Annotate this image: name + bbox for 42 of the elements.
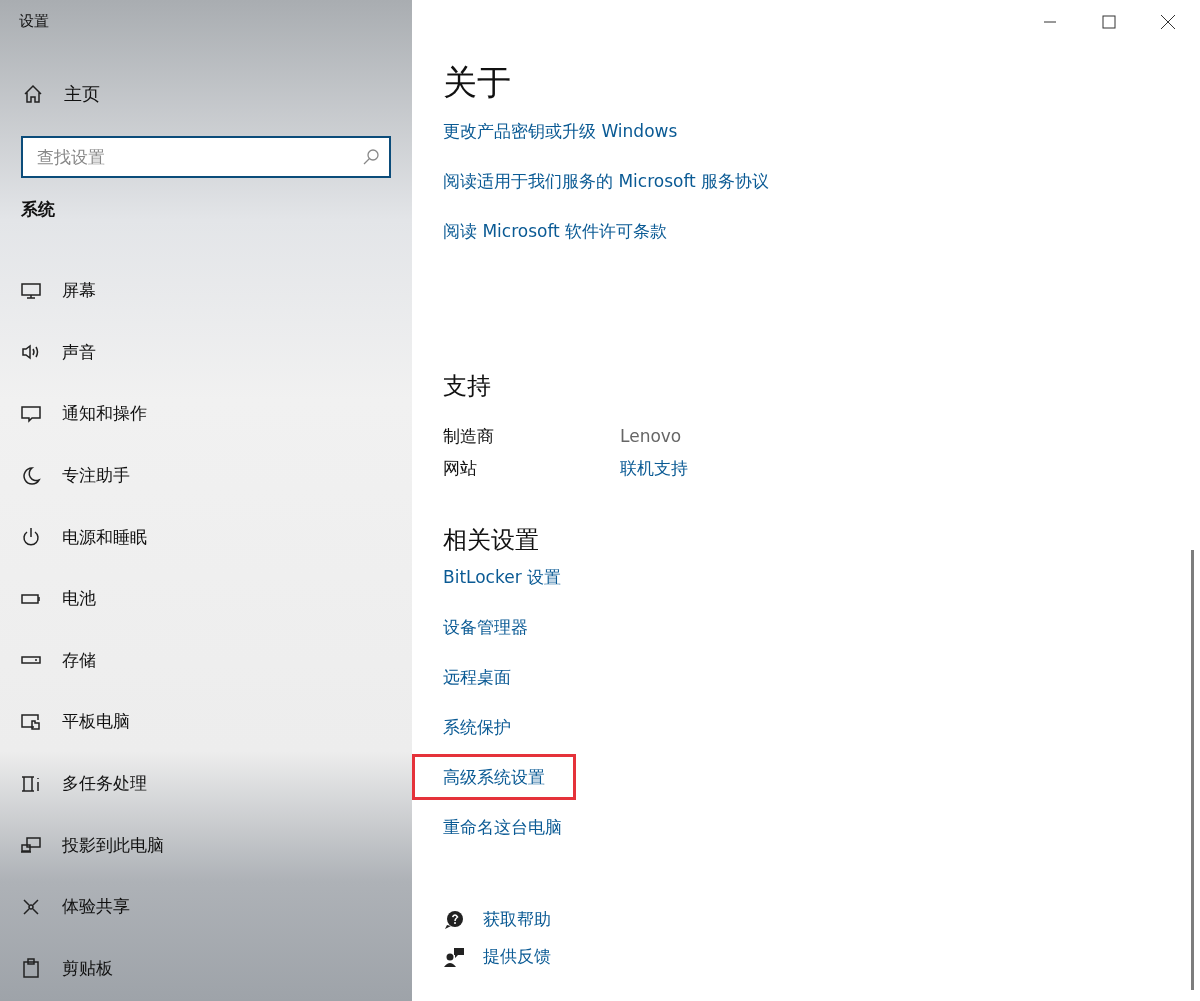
sidebar-item[interactable]: 屏幕 [0,260,412,322]
message-icon [20,403,42,425]
search-icon [361,147,381,167]
section-heading: 相关设置 [443,525,539,556]
link[interactable]: 阅读适用于我们服务的 Microsoft 服务协议 [443,166,770,216]
sidebar-item[interactable]: 电源和睡眠 [0,506,412,568]
link[interactable]: 获取帮助 [483,908,551,931]
sidebar-item[interactable]: 体验共享 [0,875,412,938]
link[interactable]: 远程桌面 [443,662,511,712]
link[interactable]: 重命名这台电脑 [443,812,562,862]
link[interactable]: 联机支持 [620,456,688,480]
help-bubble-icon [443,908,465,931]
sidebar-item[interactable]: 通知和操作 [0,383,412,445]
section-heading: 支持 [443,371,491,402]
sidebar-item[interactable]: 专注助手 [0,444,412,507]
info-label: 制造商 [443,424,495,448]
clipboard-icon [20,957,42,980]
link[interactable]: 更改产品密钥或升级 Windows [443,116,678,166]
sidebar-item[interactable]: 存储 [0,629,412,692]
feedback-person-icon [443,945,465,968]
link[interactable]: 提供反馈 [483,945,551,968]
link[interactable]: BitLocker 设置 [443,562,562,612]
sidebar-item[interactable]: 投影到此电脑 [0,814,412,876]
maximize-button[interactable] [1099,12,1119,32]
info-value: Lenovo [620,426,682,446]
sidebar-item[interactable]: 剪贴板 [0,937,412,1000]
window-title: 设置 [18,11,50,32]
home-nav-item[interactable]: 主页 [0,72,412,116]
sidebar-item[interactable]: 电池 [0,567,412,630]
page-heading: 关于 [443,61,511,104]
sidebar-item[interactable]: 声音 [0,321,412,384]
home-icon [22,83,44,105]
scrollbar[interactable] [1191,550,1194,990]
link[interactable]: 设备管理器 [443,612,528,662]
moon-icon [20,464,42,487]
search-field[interactable]: 查找设置 [21,136,391,178]
sidebar-item[interactable]: 多任务处理 [0,752,412,815]
close-button[interactable] [1158,12,1178,32]
link[interactable]: 阅读 Microsoft 软件许可条款 [443,216,668,266]
info-label: 网站 [443,456,478,480]
section-heading: 系统 [20,198,56,221]
sidebar-item[interactable]: 平板电脑 [0,691,412,753]
